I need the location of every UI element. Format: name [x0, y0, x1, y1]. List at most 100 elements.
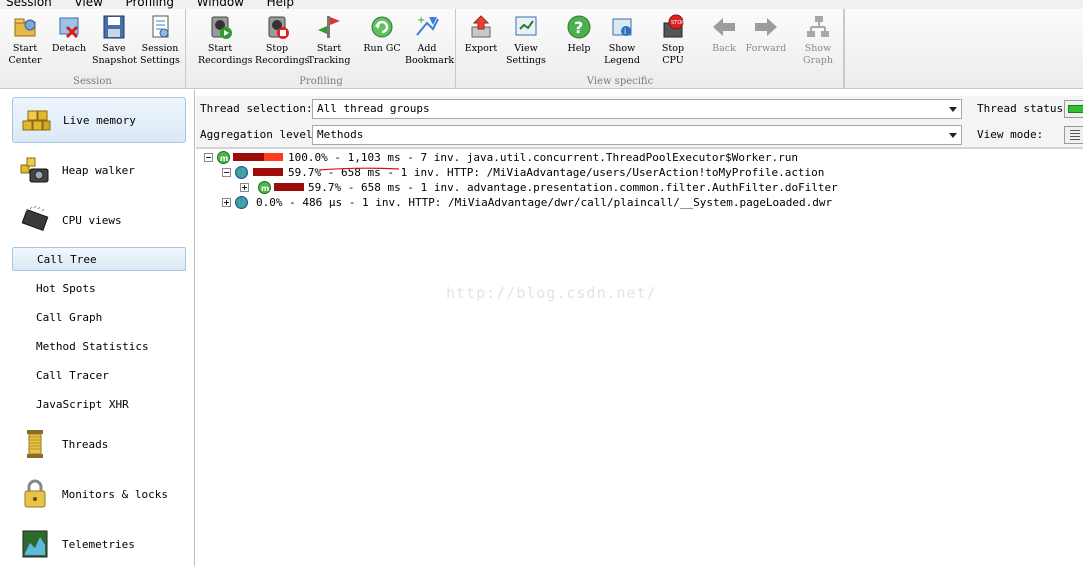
- forward-button[interactable]: Forward: [744, 11, 788, 73]
- expand-toggle[interactable]: [240, 183, 249, 192]
- view-settings-label: View Settings: [506, 43, 546, 66]
- run-gc-button[interactable]: Run GC: [360, 11, 404, 73]
- menu-help[interactable]: Help: [267, 0, 294, 9]
- sidebar-item-cpu-views[interactable]: CPU views: [12, 197, 186, 243]
- thread-selection-value: All thread groups: [317, 102, 430, 115]
- toolbar: Start Center Detach Save Snapshot Sessio…: [0, 9, 1083, 89]
- svg-text:i: i: [624, 27, 626, 36]
- forward-icon: [755, 18, 777, 36]
- start-tracking-button[interactable]: Start Tracking: [307, 11, 351, 73]
- cpu-views-label: CPU views: [62, 213, 122, 227]
- help-button[interactable]: ? Help: [557, 11, 601, 73]
- stop-recordings-icon: [268, 16, 289, 39]
- live-memory-label: Live memory: [63, 113, 136, 127]
- detach-button[interactable]: Detach: [47, 11, 91, 73]
- thread-selection-select[interactable]: All thread groups: [312, 99, 962, 119]
- sidebar-item-heap-walker[interactable]: Heap walker: [12, 147, 186, 193]
- expand-toggle[interactable]: [222, 198, 231, 207]
- javascript-xhr-label: JavaScript XHR: [36, 398, 129, 411]
- svg-text:+: +: [417, 15, 425, 26]
- export-icon: [471, 15, 491, 38]
- lock-icon: [24, 479, 46, 508]
- method-icon: m: [258, 181, 271, 194]
- save-snapshot-button[interactable]: Save Snapshot: [92, 11, 137, 73]
- menu-window[interactable]: Window: [197, 0, 244, 9]
- time-bar-self: [264, 153, 283, 161]
- sidebar-item-threads[interactable]: Threads: [12, 421, 186, 467]
- stop-cpu-button[interactable]: STOP Stop CPU: [651, 11, 695, 73]
- aggregation-level-row: Aggregation level: Methods View mode:: [196, 122, 1083, 148]
- view-settings-button[interactable]: View Settings: [504, 11, 548, 73]
- stop-recordings-button[interactable]: Stop Recordings: [255, 11, 310, 73]
- help-icon: ?: [567, 15, 591, 39]
- toolbar-group-profiling: Start Recordings Stop Recordings Start T…: [187, 9, 456, 89]
- start-recordings-label: Start Recordings: [198, 43, 253, 66]
- add-bookmark-label: Add Bookmark: [405, 43, 455, 66]
- collapse-toggle[interactable]: [204, 153, 213, 162]
- sidebar-item-call-graph[interactable]: Call Graph: [12, 306, 186, 330]
- show-legend-label: Show Legend: [604, 43, 640, 66]
- menu-profiling[interactable]: Profiling: [126, 0, 175, 9]
- chevron-down-icon: [949, 133, 957, 138]
- session-group-label: Session: [73, 76, 112, 87]
- export-button[interactable]: Export: [459, 11, 503, 73]
- sidebar-item-telemetries[interactable]: Telemetries: [12, 521, 186, 566]
- add-bookmark-button[interactable]: + Add Bookmark: [405, 11, 455, 73]
- detach-icon: [59, 17, 79, 39]
- thread-spool-icon: [27, 430, 43, 458]
- help-label: Help: [567, 43, 591, 54]
- heap-walker-icon: [20, 157, 49, 183]
- sidebar-item-live-memory[interactable]: Live memory: [12, 97, 186, 143]
- svg-text:STOP: STOP: [671, 20, 684, 26]
- run-gc-label: Run GC: [363, 43, 401, 54]
- start-center-button[interactable]: Start Center: [3, 11, 47, 73]
- menu-view[interactable]: View: [74, 0, 102, 9]
- stop-cpu-label: Stop CPU: [661, 43, 685, 66]
- view-mode-select[interactable]: [1064, 126, 1083, 144]
- aggregation-level-select[interactable]: Methods: [312, 125, 962, 145]
- collapse-toggle[interactable]: [222, 168, 231, 177]
- session-settings-button[interactable]: Session Settings: [138, 11, 182, 73]
- live-memory-icon: [22, 110, 51, 131]
- session-settings-label: Session Settings: [140, 43, 180, 66]
- divider: [196, 147, 1083, 149]
- detach-label: Detach: [51, 43, 87, 54]
- time-bar: [233, 153, 283, 161]
- thread-status-green-icon: [1068, 105, 1083, 113]
- sidebar-item-call-tracer[interactable]: Call Tracer: [12, 364, 186, 388]
- show-legend-button[interactable]: i Show Legend: [600, 11, 644, 73]
- show-graph-icon: [807, 16, 829, 37]
- red-underline-annotation: [318, 167, 400, 171]
- tree-row-text: 0.0% - 486 µs - 1 inv. HTTP: /MiViaAdvan…: [256, 196, 833, 209]
- globe-icon: [235, 196, 248, 209]
- sidebar: Live memory Heap walker CPU views Call T…: [0, 90, 195, 566]
- time-bar: [253, 168, 283, 176]
- threads-label: Threads: [62, 437, 109, 451]
- call-graph-label: Call Graph: [36, 311, 103, 324]
- method-statistics-label: Method Statistics: [36, 340, 149, 353]
- back-button[interactable]: Back: [702, 11, 746, 73]
- monitors-locks-label: Monitors & locks: [62, 487, 168, 501]
- start-tracking-label: Start Tracking: [307, 43, 351, 66]
- view-specific-group-label: View specific: [586, 76, 654, 87]
- toolbar-divider: [844, 9, 845, 89]
- export-label: Export: [464, 43, 498, 54]
- call-tree-panel: Thread selection: All thread groups Thre…: [196, 90, 1083, 566]
- thread-status-select[interactable]: [1064, 100, 1083, 118]
- profiling-group-label: Profiling: [299, 76, 343, 87]
- globe-icon: [235, 166, 248, 179]
- cpu-chip-icon: [21, 205, 49, 231]
- watermark: http://blog.csdn.net/: [446, 284, 657, 302]
- sidebar-item-monitors-locks[interactable]: Monitors & locks: [12, 471, 186, 517]
- tree-row-text: 59.7% - 658 ms - 1 inv. advantage.presen…: [308, 181, 838, 194]
- sidebar-item-method-statistics[interactable]: Method Statistics: [12, 335, 186, 359]
- sidebar-item-call-tree[interactable]: Call Tree: [12, 247, 186, 271]
- sidebar-item-javascript-xhr[interactable]: JavaScript XHR: [12, 393, 186, 417]
- show-graph-button[interactable]: Show Graph: [796, 11, 840, 73]
- chevron-down-icon: [949, 107, 957, 112]
- sidebar-item-hot-spots[interactable]: Hot Spots: [12, 277, 186, 301]
- menu-session[interactable]: Session: [6, 0, 52, 9]
- svg-text:m: m: [261, 184, 269, 193]
- tree-view-icon: [1070, 130, 1080, 140]
- start-recordings-button[interactable]: Start Recordings: [198, 11, 253, 73]
